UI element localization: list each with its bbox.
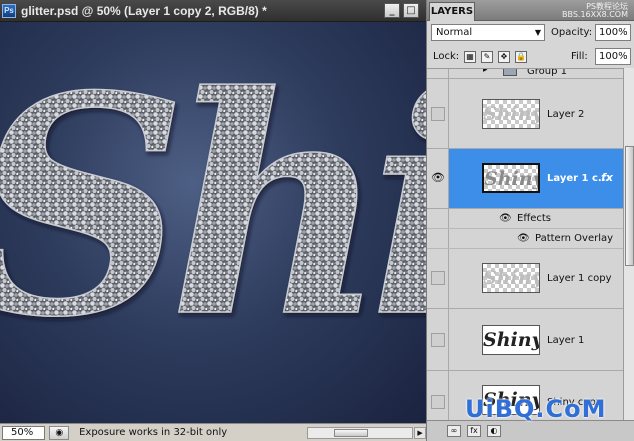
maximize-button[interactable]: □ (403, 3, 419, 18)
visibility-cell[interactable] (427, 229, 449, 248)
effects-row[interactable]: 👁 Effects (427, 209, 623, 229)
layer-name: Group 1 (527, 68, 567, 77)
visibility-cell[interactable] (427, 309, 449, 370)
visibility-cell[interactable] (427, 249, 449, 308)
layer-name: Layer 2 (547, 109, 585, 120)
chevron-down-icon: ▼ (534, 28, 541, 37)
folder-icon (503, 69, 517, 76)
fill-label: Fill: (571, 51, 588, 62)
vertical-scroll-thumb[interactable] (625, 146, 634, 266)
vertical-scrollbar[interactable]: ▲ (623, 68, 634, 420)
document-title: glitter.psd @ 50% (Layer 1 copy 2, RGB/8… (21, 3, 267, 18)
status-menu-icon[interactable]: ◉ (49, 425, 70, 440)
opacity-label: Opacity: (551, 27, 593, 38)
scroll-right-arrow-icon[interactable]: ▶ (414, 426, 427, 439)
visibility-toggle[interactable] (431, 333, 445, 347)
add-mask-icon[interactable]: ◐ (487, 425, 501, 437)
layer-thumbnail: Shiny (482, 325, 540, 355)
visibility-toggle[interactable] (431, 395, 445, 409)
expand-arrow-icon[interactable]: ▸ (483, 69, 488, 75)
zoom-level-field[interactable]: 50% (2, 425, 46, 440)
layer-thumbnail: Shiny (482, 163, 540, 193)
lock-transparency-icon[interactable]: ▦ (464, 51, 476, 63)
layer-row-layer-2[interactable]: Shiny Layer 2 (427, 79, 623, 149)
visibility-toggle[interactable] (431, 271, 445, 285)
document-title-bar: Ps glitter.psd @ 50% (Layer 1 copy 2, RG… (0, 0, 426, 22)
layer-name: Layer 1 copy (547, 273, 612, 284)
tab-layers[interactable]: LAYERS (429, 2, 475, 21)
layer-name: Layer 1 (547, 335, 585, 346)
eye-icon[interactable]: 👁 (517, 233, 530, 244)
layer-row-layer-1-copy-2[interactable]: 👁 Shiny Layer 1 c... fx (427, 149, 623, 209)
document-canvas[interactable]: Shiny (0, 22, 426, 423)
blend-mode-value: Normal (436, 27, 473, 38)
lock-label: Lock: (433, 51, 460, 62)
blend-mode-select[interactable]: Normal ▼ (431, 24, 545, 41)
layer-row-layer-1-copy[interactable]: Shiny Layer 1 copy (427, 249, 623, 309)
horizontal-scroll-thumb[interactable] (334, 428, 369, 437)
visibility-cell[interactable] (427, 371, 449, 420)
minimize-button[interactable]: _ (384, 3, 400, 18)
layer-list: ▸ Group 1 Shiny Layer 2 👁 Shiny Layer 1 … (427, 68, 623, 420)
lock-all-padlock-icon[interactable]: 🔒 (515, 51, 527, 63)
layers-panel: LAYERS PS教程论坛 BBS.16XX8.COM Normal ▼ Opa… (426, 0, 634, 441)
blend-options-row: Normal ▼ Opacity: 100% (427, 22, 634, 44)
pattern-overlay-row[interactable]: 👁 Pattern Overlay (427, 229, 623, 249)
fill-input[interactable]: 100% (595, 48, 631, 65)
layer-thumbnail: Shiny (482, 99, 540, 129)
lock-options-row: Lock: ▦ ✎ ✥ 🔒 Fill: 100% (427, 46, 634, 68)
effects-label: Effects (517, 213, 551, 224)
photoshop-icon: Ps (2, 3, 16, 18)
visibility-cell[interactable] (427, 69, 449, 78)
layers-panel-footer: ∞ fx ◐ (427, 420, 634, 441)
visibility-cell[interactable] (427, 79, 449, 148)
status-bar: 50% ◉ Exposure works in 32-bit only ▶ (0, 423, 427, 441)
pattern-overlay-label: Pattern Overlay (535, 233, 614, 244)
site-watermark: UiBQ.CoM (465, 395, 607, 423)
link-layers-icon[interactable]: ∞ (447, 425, 461, 437)
opacity-input[interactable]: 100% (595, 24, 631, 41)
eye-icon[interactable]: 👁 (431, 171, 445, 185)
visibility-toggle[interactable] (431, 107, 445, 121)
visibility-cell[interactable] (427, 209, 449, 228)
panel-tab-bar: LAYERS PS教程论坛 BBS.16XX8.COM (427, 0, 634, 21)
layer-row-group-1[interactable]: ▸ Group 1 (427, 68, 623, 79)
layer-row-layer-1[interactable]: Shiny Layer 1 (427, 309, 623, 371)
layer-name: Layer 1 c... (547, 173, 610, 184)
visibility-cell[interactable]: 👁 (427, 149, 449, 208)
eye-icon[interactable]: 👁 (499, 213, 512, 224)
horizontal-scrollbar[interactable] (307, 426, 414, 439)
lock-pixels-brush-icon[interactable]: ✎ (481, 51, 493, 63)
layer-thumbnail: Shiny (482, 263, 540, 293)
forum-watermark: PS教程论坛 BBS.16XX8.COM (562, 3, 628, 19)
lock-position-move-icon[interactable]: ✥ (498, 51, 510, 63)
fx-icon[interactable]: fx (601, 171, 613, 184)
watermark-line-2: BBS.16XX8.COM (561, 10, 628, 19)
status-message: Exposure works in 32-bit only (79, 427, 228, 438)
canvas-text: Shiny (0, 30, 426, 383)
glitter-text-artwork: Shiny (0, 29, 426, 384)
add-style-icon[interactable]: fx (467, 425, 481, 437)
